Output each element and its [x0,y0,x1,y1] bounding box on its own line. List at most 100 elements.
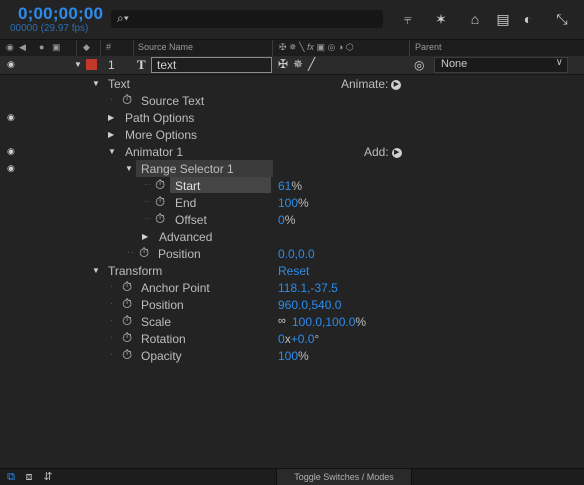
play-arrow-icon: ▶ [391,79,402,90]
expand-layer-icon[interactable]: ▼ [74,60,82,69]
animate-button[interactable]: Animate: ▶ [341,77,402,91]
add-button[interactable]: Add: ▶ [364,145,402,159]
animator-row[interactable]: ◉ ▼ Animator 1 Add: ▶ [0,143,584,160]
stopwatch-icon[interactable]: ⏱ [122,296,132,312]
expand-transform-icon[interactable]: ▼ [92,266,100,275]
expand-advanced-icon[interactable]: ▶ [142,232,148,241]
end-value[interactable]: 100% [278,196,309,210]
toggle-switches-modes-button[interactable]: Toggle Switches / Modes [276,469,412,485]
stopwatch-icon[interactable]: ⏱ [155,194,165,210]
start-unit: % [291,179,303,193]
layer-name-field[interactable]: text [151,57,272,73]
start-value[interactable]: 61% [278,179,302,193]
opacity-number[interactable]: 100 [278,349,298,363]
end-number[interactable]: 100 [278,196,298,210]
animator-position-value[interactable]: 0.0,0.0 [278,247,315,261]
text-group-row[interactable]: ▼ Text Animate: ▶ [0,75,584,92]
anchor-point-label: Anchor Point [141,281,210,295]
pick-whip-icon[interactable]: ◎ [414,58,424,72]
source-name-column-header[interactable]: Source Name [138,42,193,52]
layer-switches-pane-icon[interactable]: ⧉ [4,470,18,484]
offset-value[interactable]: 0% [278,213,295,227]
scale-row[interactable]: · ⏱ Scale ∞ 100.0,100.0% [0,313,584,330]
opacity-value[interactable]: 100% [278,349,309,363]
label-column-icon[interactable]: ◆ [83,42,90,53]
start-number[interactable]: 61 [278,179,291,193]
layer-label-color[interactable] [86,59,97,70]
animator-position-row[interactable]: ·· ⏱ Position 0.0,0.0 [0,245,584,262]
quality-switch-icon[interactable]: ✵ [293,57,303,71]
offset-number[interactable]: 0 [278,213,285,227]
frame-rate-display: 00000 (29.97 fps) [10,23,89,34]
search-input[interactable]: ⌕▾ [111,10,383,28]
solo-column-icon[interactable]: ● [39,42,44,52]
scale-label: Scale [141,315,172,329]
opacity-label: Opacity [141,349,182,363]
shy-layers-icon[interactable]: ⌂ [465,10,485,28]
eye-icon[interactable]: ◉ [7,163,15,174]
start-row[interactable]: ·· ⏱ Start 61% [0,177,584,194]
position-row[interactable]: · ⏱ Position 960.0,540.0 [0,296,584,313]
eye-icon[interactable]: ◉ [7,59,15,70]
scale-number[interactable]: 100.0,100.0 [292,315,355,329]
text-layer-type-icon: T [137,57,146,72]
position-value[interactable]: 960.0,540.0 [278,298,341,312]
stopwatch-icon[interactable]: ⏱ [122,313,132,329]
composition-mini-flowchart-icon[interactable]: ⫧ [398,10,418,28]
eye-icon[interactable]: ◉ [7,146,15,157]
expand-animator-icon[interactable]: ▼ [108,147,116,156]
rotation-value[interactable]: 0x+0.0° [278,332,319,346]
indent-dots: · [110,332,114,343]
audio-column-icon[interactable]: ◀ [19,42,26,53]
frame-blending-icon[interactable]: ▤ [493,10,513,28]
path-options-row[interactable]: ◉ ▶ Path Options [0,109,584,126]
range-selector-row[interactable]: ◉ ▼ Range Selector 1 [0,160,584,177]
end-row[interactable]: ·· ⏱ End 100% [0,194,584,211]
transfer-controls-pane-icon[interactable]: ⧈ [22,470,36,484]
offset-row[interactable]: ·· ⏱ Offset 0% [0,211,584,228]
opacity-row[interactable]: · ⏱ Opacity 100% [0,347,584,364]
expand-path-options-icon[interactable]: ▶ [108,113,114,122]
draft-3d-icon[interactable]: ✶ [431,10,451,28]
parent-column-header[interactable]: Parent [415,42,442,52]
stopwatch-icon[interactable]: ⏱ [122,279,132,295]
rotation-row[interactable]: · ⏱ Rotation 0x+0.0° [0,330,584,347]
stopwatch-icon[interactable]: ⏱ [122,330,132,346]
layer-name-text[interactable]: text [157,58,176,72]
anchor-point-row[interactable]: · ⏱ Anchor Point 118.1,-37.5 [0,279,584,296]
eye-icon[interactable]: ◉ [7,112,15,123]
stopwatch-icon[interactable]: ⏱ [155,177,165,193]
layer-number: 1 [108,58,115,72]
indent-dots: ·· [127,247,134,258]
in-out-pane-icon[interactable]: ⇵ [41,470,55,484]
expand-text-icon[interactable]: ▼ [92,79,100,88]
expand-range-selector-icon[interactable]: ▼ [125,164,133,173]
more-options-row[interactable]: ▶ More Options [0,126,584,143]
advanced-row[interactable]: ▶ Advanced [0,228,584,245]
expand-more-options-icon[interactable]: ▶ [108,130,114,139]
eye-column-icon[interactable]: ◉ [6,42,14,53]
number-column-header[interactable]: # [106,42,111,52]
rotation-degrees[interactable]: +0.0 [291,332,315,346]
constrain-proportions-link-icon[interactable]: ∞ [278,315,286,327]
motion-blur-icon[interactable]: ◐ [518,10,538,28]
stopwatch-icon[interactable]: ⏱ [155,211,165,227]
lock-column-icon[interactable]: ▣ [52,42,61,53]
layer-row[interactable]: ◉ ▼ 1 T text ✠ ✵ ╱ ◎ None ∨ [0,56,584,75]
quality-slash-icon[interactable]: ╱ [308,57,315,71]
end-unit: % [298,196,309,210]
transform-row[interactable]: ▼ Transform Reset [0,262,584,279]
graph-editor-icon[interactable]: ⤡ [552,10,572,28]
stopwatch-icon[interactable]: ⏱ [122,92,132,108]
reset-link[interactable]: Reset [278,264,309,278]
stopwatch-icon[interactable]: ⏱ [122,347,132,363]
offset-unit: % [284,213,296,227]
rotation-revolutions[interactable]: 0 [278,332,285,346]
current-time-display[interactable]: 0;00;00;00 [18,4,103,24]
stopwatch-icon[interactable]: ⏱ [139,245,149,261]
anchor-point-value[interactable]: 118.1,-37.5 [278,281,338,295]
source-text-row[interactable]: · ⏱ Source Text [0,92,584,109]
scale-value[interactable]: 100.0,100.0% [292,315,366,329]
collapse-switch-icon[interactable]: ✠ [278,57,288,71]
parent-select[interactable]: None ∨ [434,57,568,73]
